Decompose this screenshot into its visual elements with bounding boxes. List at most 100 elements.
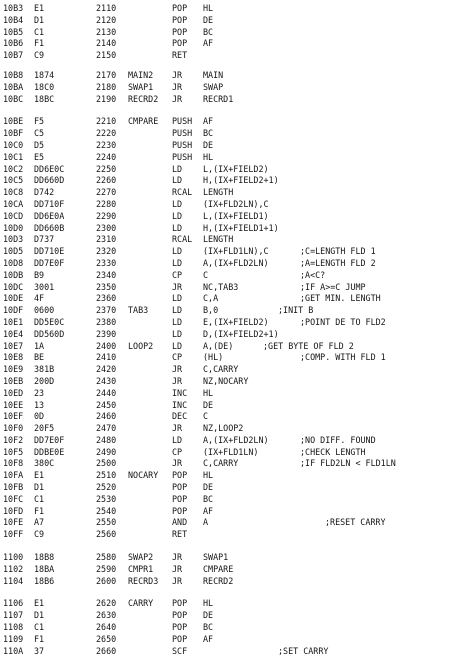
machine-code: 0600 [34,305,55,316]
operand: DE [203,482,214,493]
machine-code: 13 [34,399,45,410]
machine-code: D1 [34,482,45,493]
operand: D,(IX+FIELD2+1) [203,328,279,339]
machine-code: 1A [34,340,45,351]
address: 10F8 [3,458,24,469]
listing-line: 10CD DD6E0A 2290 LD L,(IX+FIELD1) [0,211,462,223]
address: 10ED [3,387,24,398]
line-number: 2220 [96,128,117,139]
mnemonic: JR [172,575,183,586]
operand: (IX+FLD2LN),C [203,198,269,209]
line-number: 2560 [96,529,117,540]
label: SWAP1 [128,81,154,92]
line-number: 2240 [96,151,117,162]
machine-code: F1 [34,633,45,644]
machine-code: E1 [34,3,45,13]
listing-line: 1106 E1 2620 CARRY POP HL [0,598,462,610]
mnemonic: POP [172,3,188,13]
line-number: 2280 [96,198,117,209]
listing-line: 10D0 DD660B 2300 LD H,(IX+FIELD1+1) [0,223,462,235]
listing-line: 1100 18B8 2580 SWAP2 JR SWAP1 [0,552,462,564]
line-number: 2440 [96,387,117,398]
address: 10E9 [3,364,24,375]
mnemonic: JR [172,375,183,386]
comment: ;NO DIFF. FOUND [300,434,376,445]
listing-line: 10BF C5 2220 PUSH BC [0,128,462,140]
machine-code: DD710E [34,246,65,257]
mnemonic: JR [172,69,183,80]
operand: (IX+FLD1LN) [203,446,259,457]
operand: DE [203,610,214,621]
mnemonic: POP [172,598,188,609]
operand: A,(IX+FLD2LN) [203,434,269,445]
line-number: 2190 [96,93,117,104]
operand: C [203,411,209,422]
listing-line: 10EF 0D 2460 DEC C [0,411,462,423]
line-number: 2230 [96,139,117,150]
listing-line: 10FB D1 2520 POP DE [0,482,462,494]
address: 10DF [3,305,24,316]
address: 10E4 [3,328,24,339]
listing-line: 10B7 C9 2150 RET [0,50,462,62]
line-number: 2130 [96,26,117,37]
assembly-listing: 10B3 E1 2110 POP HL 10B4 D1 2120 POP DE 10B5 C1 2130… [0,3,462,657]
operand: A [203,517,209,528]
listing-line: 10FE A7 2550 AND A ;RESET CARRY [0,517,462,529]
mnemonic: JR [172,81,183,92]
address: 10FB [3,482,24,493]
address: 10D8 [3,257,24,268]
operand: E,(IX+FIELD2) [203,316,269,327]
operand: C,A [203,293,219,304]
listing-line: 10ED 23 2440 INC HL [0,388,462,400]
address: 10EE [3,399,24,410]
comment: ;COMP. WITH FLD 1 [300,352,386,363]
address: 10BA [3,81,24,92]
machine-code: A7 [34,517,45,528]
machine-code: DD710F [34,198,65,209]
address: 10FA [3,470,24,481]
label: TAB3 [128,305,149,316]
mnemonic: JR [172,364,183,375]
machine-code: 200D [34,375,55,386]
line-number: 2270 [96,187,117,198]
mnemonic: CP [172,269,183,280]
listing-line: 10FF C9 2560 RET [0,529,462,541]
listing-line: 10C1 E5 2240 PUSH HL [0,152,462,164]
machine-code: 20F5 [34,423,55,434]
address: 110A [3,645,24,656]
operand: HL [203,3,214,13]
machine-code: F1 [34,38,45,49]
address: 10F0 [3,423,24,434]
operand: CMPARE [203,563,234,574]
machine-code: 380C [34,458,55,469]
machine-code: DD6E0A [34,210,65,221]
operand: BC [203,622,214,633]
line-number: 2350 [96,281,117,292]
address: 10CA [3,198,24,209]
operand: HL [203,387,214,398]
operand: BC [203,493,214,504]
mnemonic: PUSH [172,139,193,150]
line-number: 2370 [96,305,117,316]
listing-line: 1107 D1 2630 POP DE [0,610,462,622]
listing-line: 10B8 1874 2170 MAIN2 JR MAIN [0,70,462,82]
comment: ;GET MIN. LENGTH [300,293,381,304]
listing-line: 10FA E1 2510 NOCARY POP HL [0,470,462,482]
listing-line: 10D5 DD710E 2320 LD (IX+FLD1LN),C ;C=LENGTH F… [0,246,462,258]
mnemonic: INC [172,399,188,410]
machine-code: F5 [34,116,45,127]
mnemonic: POP [172,493,188,504]
address: 10BE [3,116,24,127]
address: 10FC [3,493,24,504]
line-number: 2460 [96,411,117,422]
operand: BC [203,26,214,37]
operand: HL [203,151,214,162]
address: 10B4 [3,14,24,25]
operand: DE [203,14,214,25]
operand: HL [203,470,214,481]
line-number: 2140 [96,38,117,49]
line-number: 2630 [96,610,117,621]
listing-line: 10E9 381B 2420 JR C,CARRY [0,364,462,376]
comment: ;IF A>=C JUMP [300,281,366,292]
